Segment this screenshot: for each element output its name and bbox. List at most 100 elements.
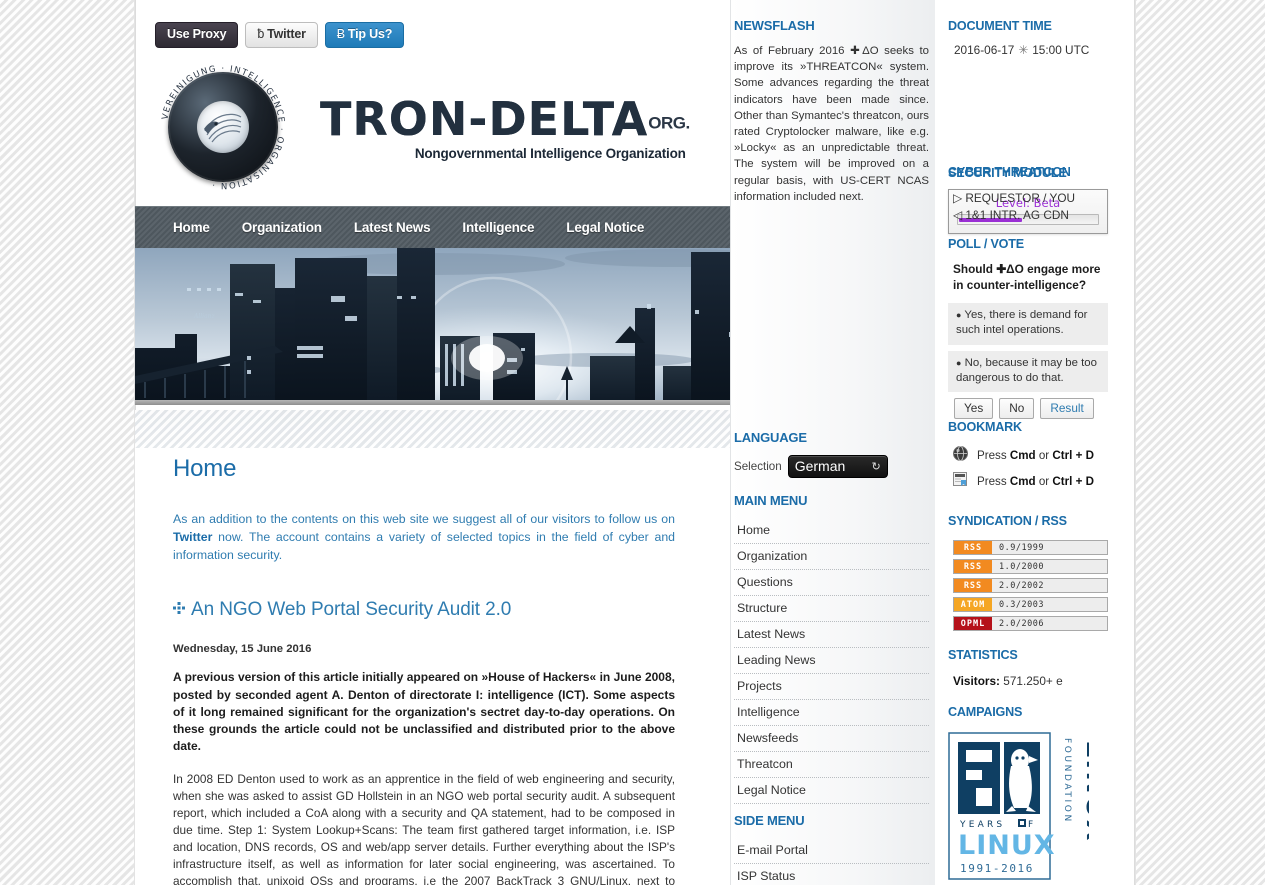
intro-paragraph: As an addition to the contents on this w…	[173, 511, 675, 564]
bookmark-text-1: Press Cmd or Ctrl + D	[977, 448, 1094, 462]
language-row: Selection German ↻	[734, 455, 929, 478]
use-proxy-label: Use Proxy	[167, 27, 227, 41]
twitter-icon: ƀ	[257, 27, 265, 41]
feed-badge-rss-09: RSS	[954, 541, 992, 554]
shell-edge-right	[1134, 0, 1135, 885]
statistics-heading: STATISTICS	[948, 648, 1018, 662]
document-time-heading: DOCUMENT TIME	[948, 19, 1052, 33]
nav-item-home[interactable]: Home	[173, 220, 210, 235]
twitter-link[interactable]: Twitter	[173, 530, 212, 544]
newsflash-text: As of February 2016 ✚ΔO seeks to improve…	[734, 45, 929, 203]
side-menu-item-isp-status[interactable]: ISP Status	[734, 864, 929, 885]
nav-item-latest-news[interactable]: Latest News	[354, 220, 431, 235]
main-menu-list: Home Organization Questions Structure La…	[734, 518, 929, 804]
language-select[interactable]: German ↻	[787, 455, 888, 478]
poll-result-button[interactable]: Result	[1040, 398, 1094, 420]
bitcoin-icon: Ƀ	[336, 27, 345, 41]
poll-option-yes[interactable]: ● Yes, there is demand for such intel op…	[948, 302, 1108, 345]
use-proxy-button[interactable]: Use Proxy	[155, 22, 239, 48]
twitter-button[interactable]: ƀ Twitter	[245, 22, 318, 48]
poll-yes-button[interactable]: Yes	[954, 398, 994, 420]
article-title-text: An NGO Web Portal Security Audit 2.0	[191, 599, 512, 621]
feed-version-rss-10: 1.0/2000	[999, 561, 1044, 572]
main-menu-heading: MAIN MENU	[734, 493, 808, 508]
feed-badge-opml-20: OPML	[954, 617, 992, 630]
nav-item-organization[interactable]: Organization	[242, 220, 322, 235]
newsflash-module: NEWSFLASH As of February 2016 ✚ΔO seeks …	[734, 18, 929, 205]
document-time-module: DOCUMENT TIME 2016-06-17 ✳ 15:00 UTC	[948, 19, 1108, 57]
poll-module: POLL / VOTE Should ✚ΔO engage more in co…	[948, 237, 1108, 420]
menu-item-leading-news[interactable]: Leading News	[734, 648, 929, 674]
page-root: Use Proxy ƀ Twitter Ƀ Tip Us? VEREINIGUNG …	[0, 0, 1265, 885]
menu-item-organization[interactable]: Organization	[734, 544, 929, 570]
feed-row-rss-20[interactable]: RSS 2.0/2002	[953, 578, 1108, 593]
poll-question: Should ✚ΔO engage more in counter-intell…	[953, 262, 1101, 292]
feed-version-rss-20: 2.0/2002	[999, 580, 1044, 591]
bookmark-row-page[interactable]: Press Cmd or Ctrl + D	[953, 472, 1108, 490]
statistics-value: 571.250+ e	[1003, 674, 1063, 688]
bookmark-row-browser[interactable]: Press Cmd or Ctrl + D	[953, 446, 1108, 464]
poll-heading: POLL / VOTE	[948, 237, 1024, 251]
feed-badge-rss-20: RSS	[954, 579, 992, 592]
poll-option-no[interactable]: ● No, because it may be too dangerous to…	[948, 350, 1108, 393]
menu-item-latest-news[interactable]: Latest News	[734, 622, 929, 648]
menu-item-intelligence[interactable]: Intelligence	[734, 700, 929, 726]
years-of-label: YEARS	[959, 820, 1005, 830]
feed-version-rss-09: 0.9/1999	[999, 542, 1044, 553]
language-heading: LANGUAGE	[734, 430, 807, 445]
side-menu-list: E-mail Portal ISP Status	[734, 838, 929, 885]
menu-item-threatcon[interactable]: Threatcon	[734, 752, 929, 778]
intro-post-text: now. The account contains a variety of s…	[173, 529, 675, 562]
browser-globe-icon	[953, 446, 968, 464]
article-title[interactable]: An NGO Web Portal Security Audit 2.0	[173, 598, 675, 621]
nav-item-intelligence[interactable]: Intelligence	[462, 220, 534, 235]
poll-no-button[interactable]: No	[999, 398, 1035, 420]
side-menu-item-email-portal[interactable]: E-mail Portal	[734, 838, 929, 864]
feed-badge-atom-03: ATOM	[954, 598, 992, 611]
refresh-icon: ↻	[871, 460, 881, 473]
tip-us-label: Tip Us?	[347, 27, 393, 41]
document-date: 2016-06-17	[954, 43, 1015, 57]
linux-vertical-label: LINUX	[1080, 740, 1089, 843]
statistics-label: Visitors:	[953, 674, 1000, 688]
nav-item-legal-notice[interactable]: Legal Notice	[566, 220, 644, 235]
tip-us-button[interactable]: Ƀ Tip Us?	[324, 22, 405, 48]
article-column: Home As an addition to the contents on t…	[173, 455, 675, 885]
organization-seal-icon: VEREINIGUNG · INTELLIGENCE · ORGANISATIO…	[160, 64, 286, 190]
brand-subtitle: Nongovernmental Intelligence Organizatio…	[414, 145, 686, 161]
linux-foundation-25-years-logo: YEARS F LINUX 1991-2016 FOUNDATION LINUX	[948, 732, 1111, 880]
campaigns-module: CAMPAIGNS YEARS F LINUX 1991-2016 FOUNDA…	[948, 705, 1111, 885]
menu-item-questions[interactable]: Questions	[734, 570, 929, 596]
hero-sign-allianz: Allianz	[193, 313, 216, 320]
menu-item-projects[interactable]: Projects	[734, 674, 929, 700]
statistics-value-row: Visitors: 571.250+ e	[948, 674, 1108, 688]
document-clock: 15:00 UTC	[1032, 43, 1090, 57]
feed-row-opml-20[interactable]: OPML 2.0/2006	[953, 616, 1108, 631]
poll-option-no-label: No, because it may be too dangerous to d…	[956, 356, 1097, 385]
language-module: LANGUAGE Selection German ↻	[734, 430, 929, 478]
feed-row-rss-09[interactable]: RSS 0.9/1999	[953, 540, 1108, 555]
seal-swirl-icon	[204, 113, 242, 143]
feed-version-atom-03: 0.3/2003	[999, 599, 1044, 610]
feed-row-atom-03[interactable]: ATOM 0.3/2003	[953, 597, 1108, 612]
campaign-linux-foundation-banner[interactable]: YEARS F LINUX 1991-2016 FOUNDATION LINUX	[948, 732, 1111, 885]
menu-item-structure[interactable]: Structure	[734, 596, 929, 622]
security-module-line-2: ◁ 1&1 INTR. AG CDN	[953, 208, 1069, 223]
seal-core	[197, 101, 249, 153]
feed-row-rss-10[interactable]: RSS 1.0/2000	[953, 559, 1108, 574]
intro-pre-text: As an addition to the contents on this w…	[173, 512, 675, 526]
bookmark-module: BOOKMARK Press Cmd or Ctrl + D Press Cmd…	[948, 420, 1108, 498]
site-logo[interactable]: VEREINIGUNG · INTELLIGENCE · ORGANISATIO…	[160, 62, 820, 192]
statistics-module: STATISTICS Visitors: 571.250+ e	[948, 648, 1108, 688]
page-bookmark-icon	[953, 472, 968, 490]
twitter-label: Twitter	[267, 27, 306, 41]
time-separator-icon: ✳	[1018, 43, 1029, 57]
brand-name: TRON-DELTA	[320, 91, 649, 146]
security-module-lines: ▷ REQUESTOR / YOU ◁ 1&1 INTR. AG CDN	[948, 190, 1108, 224]
menu-item-newsfeeds[interactable]: Newsfeeds	[734, 726, 929, 752]
brand-wordmark: TRON-DELTAORG. Nongovernmental Intellige…	[320, 94, 690, 161]
menu-item-legal-notice[interactable]: Legal Notice	[734, 778, 929, 804]
security-module-line-1: ▷ REQUESTOR / YOU	[953, 191, 1076, 205]
menu-item-home[interactable]: Home	[734, 518, 929, 544]
page-title: Home	[173, 455, 237, 482]
